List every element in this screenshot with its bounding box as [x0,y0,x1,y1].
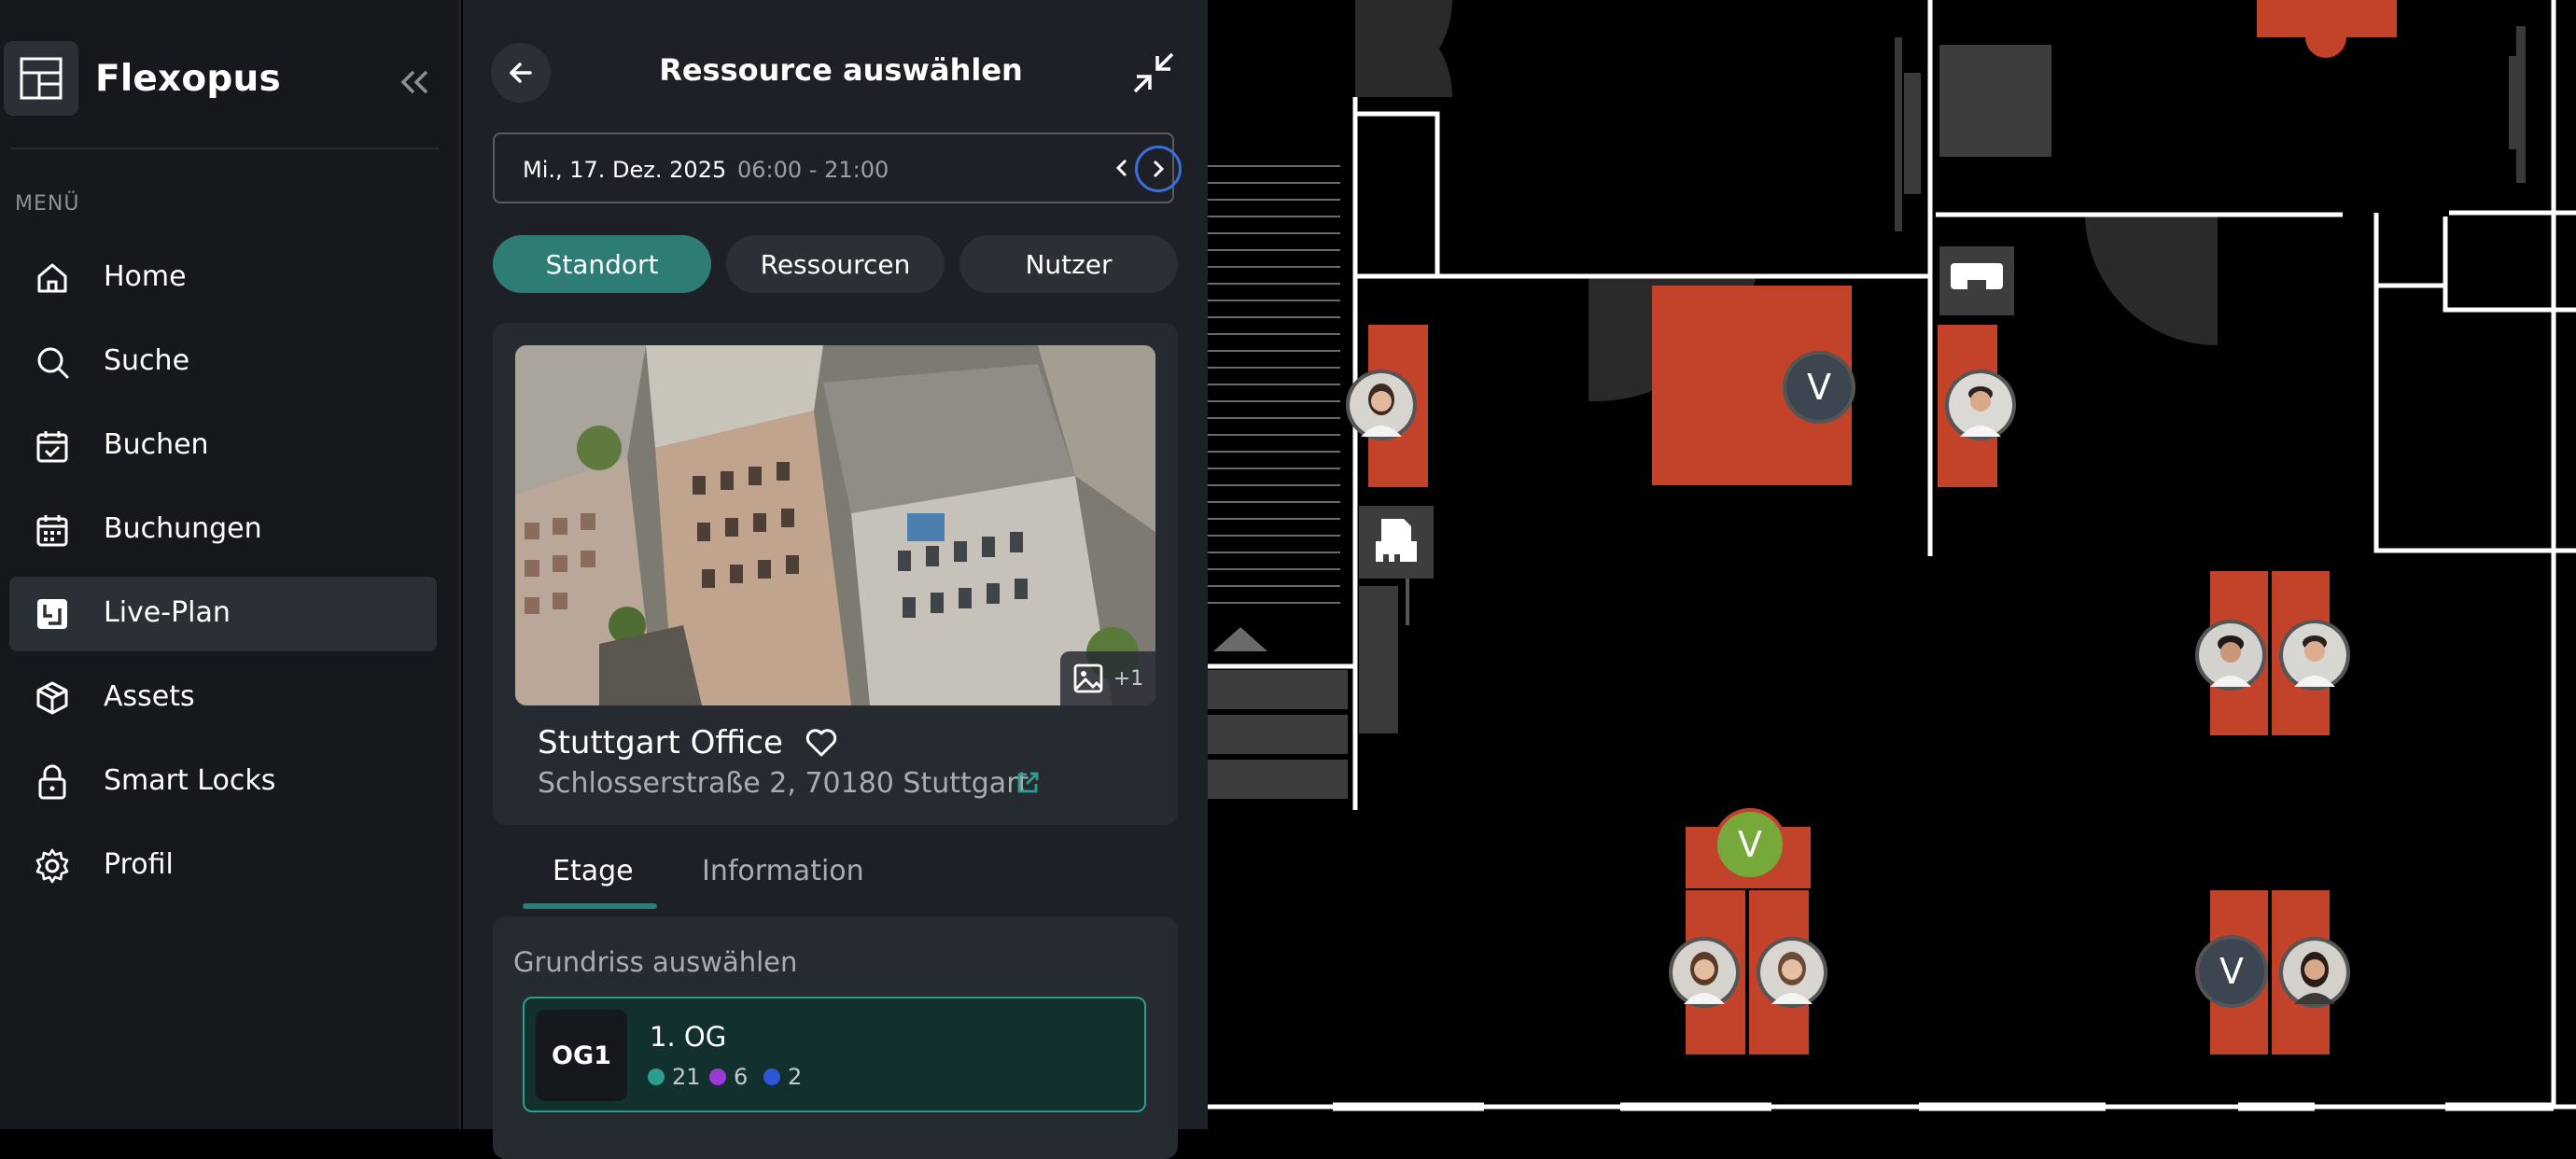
sidebar-item-label: Live-Plan [104,596,231,629]
chevron-right-icon [1153,160,1165,178]
lock-icon [38,764,66,800]
floor-plan [1208,0,2576,1111]
avatar[interactable] [2195,620,2266,691]
projector-icon [1951,263,2003,293]
count-value: 2 [788,1064,803,1090]
tab-ressourcen[interactable]: Ressourcen [726,235,945,293]
photo-count: +1 [1113,666,1144,691]
chevron-left-icon[interactable] [1109,155,1135,181]
tab-standort[interactable]: Standort [493,235,711,293]
sidebar: Flexopus MENÜ Home Suche Buchen Buchunge… [0,0,461,1129]
external-link-icon[interactable] [1014,769,1042,797]
floor-code: OG1 [536,1010,627,1101]
image-icon [1073,663,1103,693]
minimize-button[interactable] [1129,49,1178,97]
count-value: 21 [672,1064,701,1090]
avatar[interactable] [1669,937,1740,1008]
person-photo [2283,623,2346,687]
sidebar-item-home[interactable]: Home [9,241,437,315]
live-plan-icon [37,599,67,629]
stairs-arrow [1213,627,1267,651]
location-photo[interactable]: +1 [515,345,1155,705]
person-photo [1949,373,2012,437]
menu-label: MENÜ [15,192,80,216]
panel-title: Ressource auswählen [659,52,1023,88]
tab-nutzer[interactable]: Nutzer [959,235,1178,293]
gear-icon [35,848,69,884]
person-photo [1673,941,1736,1004]
time-range-value: 06:00 - 21:00 [737,157,889,183]
sidebar-item-label: Smart Locks [104,764,276,797]
person-photo [2199,623,2262,687]
sidebar-item-smart-locks[interactable]: Smart Locks [9,745,437,819]
avatar[interactable] [2279,620,2350,691]
active-tab-indicator [523,903,657,909]
floor-section-label: Grundriss auswählen [513,946,798,978]
sidebar-item-assets[interactable]: Assets [9,661,437,735]
avatar[interactable] [2279,937,2350,1008]
sidebar-item-label: Profil [104,848,174,881]
box-icon [36,681,68,715]
calendar-check-icon [36,431,68,463]
avatar-initial[interactable]: V [1783,351,1855,424]
heart-icon[interactable] [805,726,838,760]
status-dot [709,1068,726,1085]
minimize-icon [1133,52,1174,93]
avatar[interactable] [1346,370,1417,440]
photo-gallery-badge[interactable]: +1 [1060,651,1155,705]
tab-etage[interactable]: Etage [553,855,634,887]
sidebar-item-buchungen[interactable]: Buchungen [9,493,437,567]
location-address[interactable]: Schlosserstraße 2, 70180 Stuttgart [538,767,1029,800]
next-day-button[interactable] [1135,146,1182,192]
person-photo [1350,373,1413,437]
person-photo [1760,941,1824,1004]
stairs [1208,165,1340,604]
sidebar-item-label: Assets [104,680,195,713]
desks [1368,0,2397,1054]
location-name: Stuttgart Office [538,724,783,761]
reserved-count: 6 [709,1064,748,1090]
count-value: 6 [734,1064,749,1090]
date-range-picker[interactable]: Mi., 17. Dez. 2025 06:00 - 21:00 [493,133,1182,203]
person-photo [2283,941,2346,1004]
sidebar-divider [11,147,439,149]
avatar-initial-free[interactable]: V [1714,808,1786,881]
sidebar-item-label: Buchen [104,428,209,461]
sidebar-item-label: Home [104,260,187,293]
date-value: Mi., 17. Dez. 2025 [523,157,727,183]
occupied-count: 2 [763,1064,802,1090]
tab-information[interactable]: Information [702,855,864,887]
location-card[interactable]: +1 Stuttgart Office Schlosserstraße 2, 7… [493,323,1178,825]
app-name: Flexopus [95,58,281,100]
floor-plan-map[interactable]: V V V [1208,0,2576,1129]
printer-icon [1376,519,1417,567]
collapse-sidebar-button[interactable] [396,63,433,101]
avatar-initial[interactable]: V [2195,935,2268,1008]
sidebar-item-profil[interactable]: Profil [9,829,437,903]
app-logo[interactable] [4,41,78,116]
sidebar-item-label: Suche [104,344,190,377]
logo-icon [20,57,63,100]
avatar[interactable] [1757,937,1827,1008]
resource-panel: Ressource auswählen Mi., 17. Dez. 2025 0… [463,0,1208,1159]
search-icon [37,347,69,379]
status-dot [763,1068,780,1085]
building-aerial-image [515,345,1155,705]
home-icon [37,263,67,293]
status-dot [648,1068,665,1085]
floor-name: 1. OG [650,1021,727,1053]
sidebar-item-buchen[interactable]: Buchen [9,409,437,483]
floor-item[interactable]: OG1 1. OG 21 6 2 [523,997,1146,1112]
sidebar-item-label: Buchungen [104,512,262,545]
sidebar-item-suche[interactable]: Suche [9,325,437,399]
door-arc [2085,216,2218,345]
available-count: 21 [648,1064,701,1090]
avatar[interactable] [1945,370,2016,440]
calendar-icon [36,515,68,547]
double-chevron-left-icon [400,70,428,94]
sidebar-item-live-plan[interactable]: Live-Plan [9,577,437,651]
